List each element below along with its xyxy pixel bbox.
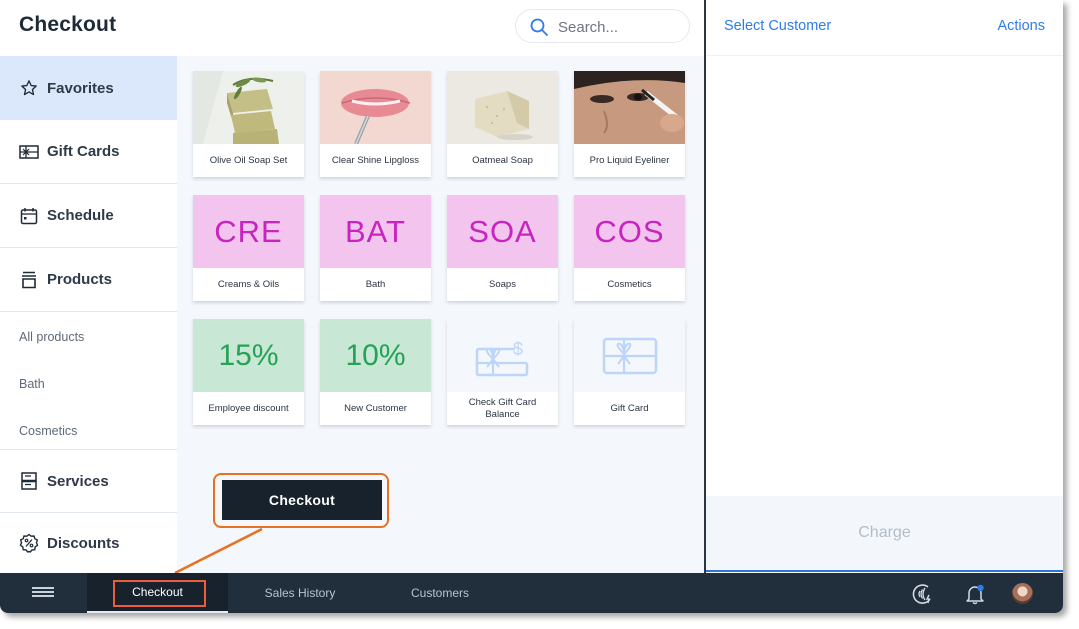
category-tile-cosmetics[interactable]: COS Cosmetics (574, 195, 685, 301)
menu-icon[interactable] (32, 587, 54, 599)
catalog-pane: Checkout Favorites Gift Cards (0, 0, 704, 573)
sidebar-item-label: Products (47, 271, 113, 288)
tile-label: Employee discount (208, 402, 289, 414)
product-image (320, 71, 431, 144)
category-abbreviation: CRE (193, 195, 304, 268)
tile-label: Cosmetics (607, 278, 652, 290)
check-gift-card-balance-tile[interactable]: $ Check Gift Card Balance (447, 319, 558, 425)
product-tile-oatmeal-soap[interactable]: Oatmeal Soap (447, 71, 558, 177)
tile-label: Soaps (489, 278, 516, 290)
category-abbreviation: BAT (320, 195, 431, 268)
tab-label: Sales History (264, 586, 336, 600)
cart-pane: Select Customer Actions Charge (706, 0, 1063, 573)
category-tile-bath[interactable]: BAT Bath (320, 195, 431, 301)
product-tile-clear-shine-lipgloss[interactable]: Clear Shine Lipgloss (320, 71, 431, 177)
calendar-icon (19, 206, 39, 226)
checkout-button[interactable]: Checkout (222, 480, 382, 520)
sidebar-item-favorites[interactable]: Favorites (0, 56, 177, 120)
product-image (447, 71, 558, 144)
tab-sales-history[interactable]: Sales History (245, 573, 355, 613)
notification-bell-icon[interactable] (964, 583, 986, 605)
tile-label: Clear Shine Lipgloss (331, 154, 420, 166)
sidebar: Favorites Gift Cards Schedule Products A… (0, 56, 177, 573)
tab-label: Checkout (132, 585, 183, 599)
select-customer-link[interactable]: Select Customer (724, 18, 831, 34)
sidebar-subitem-cosmetics[interactable]: Cosmetics (19, 424, 77, 438)
sidebar-item-label: Services (47, 472, 109, 490)
discount-value: 15% (193, 319, 304, 392)
sidebar-item-discounts[interactable]: Discounts (0, 513, 177, 573)
sidebar-item-products[interactable]: Products (0, 248, 177, 312)
category-tile-soaps[interactable]: SOA Soaps (447, 195, 558, 301)
product-image (574, 71, 685, 144)
header: Checkout (0, 0, 704, 56)
sidebar-item-label: Schedule (47, 207, 114, 224)
tile-label: Bath (365, 278, 386, 290)
gift-card-icon (602, 337, 657, 374)
search-box[interactable] (515, 9, 690, 43)
search-input[interactable] (556, 16, 680, 38)
discount-badge-icon (19, 533, 39, 553)
tile-label: Check Gift Card Balance (468, 396, 537, 420)
tab-checkout[interactable]: Checkout (87, 573, 228, 613)
cart-header: Select Customer Actions (706, 0, 1063, 56)
category-tile-creams-oils[interactable]: CRE Creams & Oils (193, 195, 304, 301)
box-icon (19, 270, 39, 290)
bottom-nav-bar: Checkout Sales History Customers (0, 573, 1063, 613)
sidebar-subitem-bath[interactable]: Bath (19, 377, 45, 391)
page-title: Checkout (19, 13, 117, 36)
product-image (193, 71, 304, 144)
tile-label: Pro Liquid Eyeliner (589, 154, 670, 166)
actions-link[interactable]: Actions (997, 18, 1045, 34)
tile-label: Gift Card (610, 402, 649, 414)
charge-button[interactable]: Charge (706, 496, 1063, 570)
charge-area: Charge (706, 496, 1063, 572)
gift-card-balance-icon: $ (475, 339, 528, 376)
sidebar-item-gift-cards[interactable]: Gift Cards (0, 120, 177, 184)
product-tile-olive-oil-soap-set[interactable]: Olive Oil Soap Set (193, 71, 304, 177)
tab-customers[interactable]: Customers (390, 573, 490, 613)
discount-tile-employee[interactable]: 15% Employee discount (193, 319, 304, 425)
services-icon (19, 471, 39, 491)
discount-tile-new-customer[interactable]: 10% New Customer (320, 319, 431, 425)
sidebar-item-label: Discounts (47, 534, 120, 552)
tile-label: Oatmeal Soap (472, 154, 533, 166)
tile-label: New Customer (344, 402, 407, 414)
pos-app-window: Checkout Favorites Gift Cards (0, 0, 1063, 613)
gift-card-tile[interactable]: Gift Card (574, 319, 685, 425)
category-abbreviation: SOA (447, 195, 558, 268)
tab-label: Customers (410, 586, 469, 600)
sidebar-item-services[interactable]: Services (0, 449, 177, 513)
tile-label: Olive Oil Soap Set (209, 154, 288, 166)
contactless-payment-icon[interactable] (912, 583, 934, 605)
category-abbreviation: COS (574, 195, 685, 268)
sidebar-item-label: Favorites (47, 79, 114, 97)
sidebar-subitem-all-products[interactable]: All products (19, 330, 84, 344)
product-tile-pro-liquid-eyeliner[interactable]: Pro Liquid Eyeliner (574, 71, 685, 177)
discount-value: 10% (320, 319, 431, 392)
tile-label: Creams & Oils (217, 278, 280, 290)
search-icon (530, 18, 548, 36)
sidebar-item-label: Gift Cards (47, 143, 120, 160)
user-avatar[interactable] (1012, 583, 1033, 604)
svg-text:$: $ (513, 339, 523, 359)
sidebar-item-schedule[interactable]: Schedule (0, 184, 177, 248)
star-icon (19, 78, 39, 98)
gift-card-icon (19, 142, 39, 162)
